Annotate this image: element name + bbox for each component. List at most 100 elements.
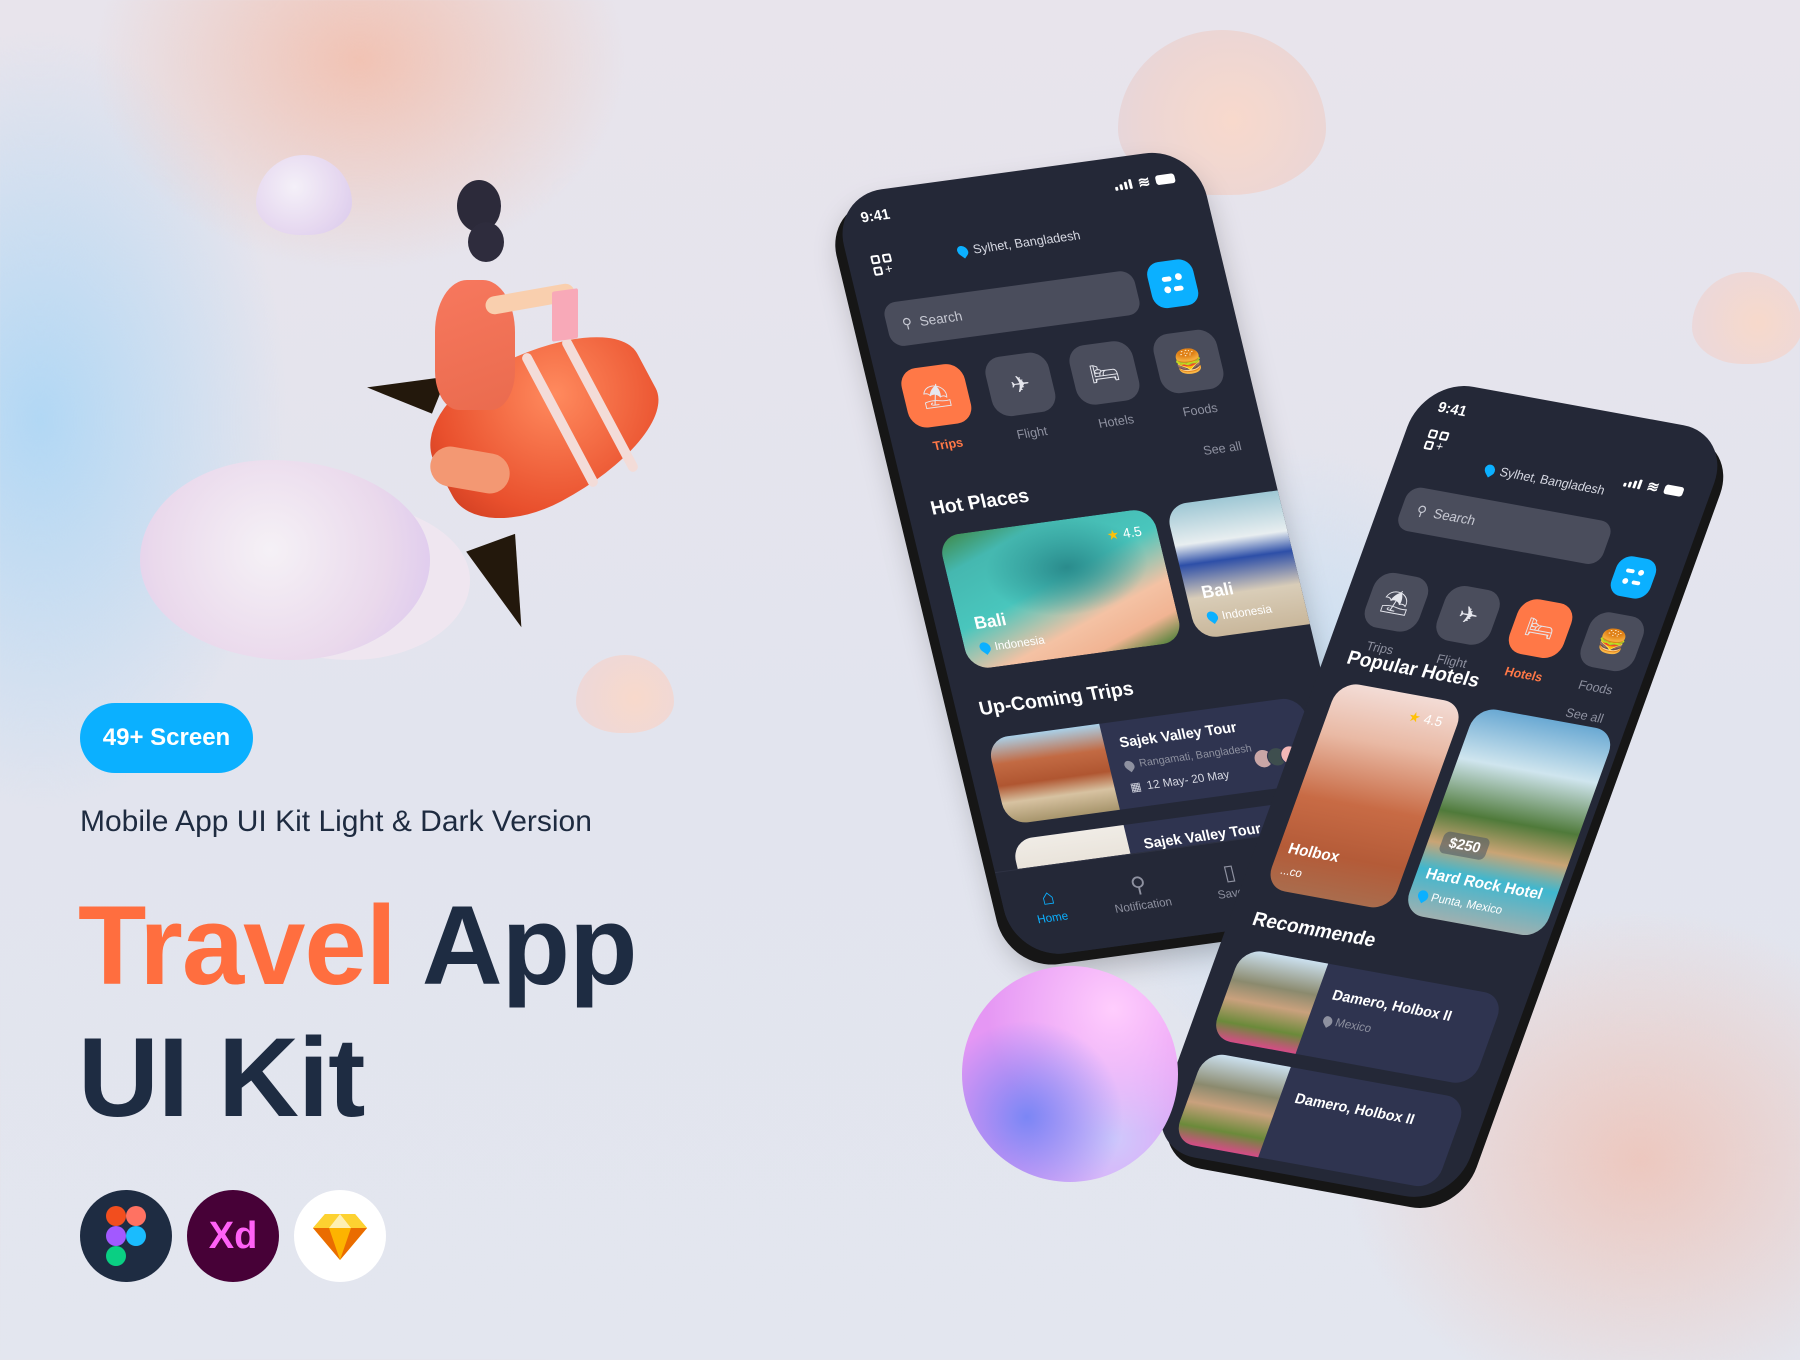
search-placeholder: Search <box>1431 505 1478 528</box>
recommended-image <box>1210 947 1329 1054</box>
category-label: Foods <box>1181 400 1220 420</box>
hotel-location: ...co <box>1278 863 1304 880</box>
globe-plane-icon: ✈ <box>1431 583 1506 648</box>
location-text: Sylhet, Bangladesh <box>1497 464 1608 498</box>
tab-home[interactable]: ⌂ Home <box>1011 880 1088 929</box>
hot-place-card[interactable]: Bali Indonesia <box>1165 487 1331 640</box>
location-label[interactable]: Sylhet, Bangladesh <box>954 227 1082 259</box>
location-pin-icon <box>954 243 971 259</box>
hot-place-card[interactable]: ★ 4.5 Bali Indonesia <box>937 507 1184 671</box>
category-hotels[interactable]: 🛏 Hotels <box>1065 339 1150 433</box>
category-trips[interactable]: ⛱ Trips <box>897 361 982 456</box>
rating-value: 4.5 <box>1120 523 1144 541</box>
section-title-upcoming: Up-Coming Trips <box>976 678 1136 721</box>
gradient-sphere-decoration <box>962 966 1178 1182</box>
recommended-location-text: Mexico <box>1333 1015 1374 1036</box>
headline-accent: Travel <box>78 883 397 1008</box>
burger-icon: 🍔 <box>1575 609 1650 674</box>
category-tabs: ⛱ Trips ✈ Flight 🛏 Hotels 🍔 Foods <box>897 327 1234 456</box>
filter-button[interactable] <box>1144 257 1202 310</box>
trip-image <box>986 723 1120 826</box>
star-icon: ★ <box>1105 526 1121 543</box>
category-label: Foods <box>1576 677 1616 698</box>
search-input[interactable]: ⚲ Search <box>881 269 1143 348</box>
section-title-hot-places: Hot Places <box>928 485 1032 520</box>
laptop-icon <box>552 288 578 342</box>
section-title-recommended: Recommende <box>1249 908 1379 952</box>
sketch-icon <box>294 1190 386 1282</box>
category-label: Hotels <box>1502 663 1545 685</box>
rating: ★ 4.5 <box>1105 523 1143 544</box>
hotel-location-text: ...co <box>1278 863 1305 881</box>
screen-count-badge: 49+ Screen <box>80 703 253 773</box>
star-icon: ★ <box>1406 708 1424 726</box>
status-time: 9:41 <box>1435 399 1470 421</box>
wifi-icon: ≋ <box>1136 173 1153 192</box>
rocket-rider-illustration <box>367 180 690 640</box>
figma-icon <box>80 1190 172 1282</box>
hotel-price: $250 <box>1437 830 1492 861</box>
location-pin-icon <box>1204 609 1221 624</box>
tab-notification[interactable]: ⚲ Notification <box>1102 867 1179 916</box>
adobe-xd-icon: Xd <box>187 1190 279 1282</box>
location-text: Sylhet, Bangladesh <box>971 227 1082 257</box>
search-input[interactable]: ⚲ Search <box>1394 485 1615 567</box>
recommended-title: Damero, Holbox II <box>1292 1090 1417 1129</box>
country-text: Indonesia <box>1220 601 1274 623</box>
cloud-decoration <box>576 655 674 733</box>
beach-umbrella-icon: ⛱ <box>1359 570 1434 635</box>
category-label: Trips <box>931 434 965 454</box>
subtitle: Mobile App UI Kit Light & Dark Version <box>80 805 592 838</box>
hotel-name: Holbox <box>1285 840 1342 866</box>
menu-grid-icon[interactable]: + <box>1423 429 1451 454</box>
place-name: Bali <box>972 609 1009 633</box>
battery-icon <box>1154 173 1176 186</box>
category-flight[interactable]: ✈ Flight <box>981 350 1066 444</box>
menu-grid-icon[interactable]: + <box>870 253 896 277</box>
headline-word: App <box>421 883 638 1008</box>
bed-icon: 🛏 <box>1503 596 1578 661</box>
category-foods[interactable]: 🍔 Foods <box>1566 609 1650 700</box>
location-pin-icon <box>1122 758 1137 772</box>
burger-icon: 🍔 <box>1149 327 1228 396</box>
tool-logos: Xd <box>80 1190 386 1282</box>
recommended-image <box>1172 1051 1291 1158</box>
beach-umbrella-icon: ⛱ <box>897 361 975 430</box>
signal-icon <box>1114 178 1134 191</box>
search-placeholder: Search <box>917 307 964 329</box>
filter-button[interactable] <box>1606 554 1661 601</box>
rating-value: 4.5 <box>1421 711 1446 730</box>
location-pin-icon <box>1416 888 1431 904</box>
status-time: 9:41 <box>859 206 892 227</box>
rating: ★ 4.5 <box>1406 708 1445 730</box>
headline: Travel App UI Kit <box>78 880 637 1144</box>
category-trips[interactable]: ⛱ Trips <box>1350 570 1434 660</box>
category-hotels[interactable]: 🛏 Hotels <box>1494 596 1578 686</box>
location-label[interactable]: Sylhet, Bangladesh <box>1483 462 1607 498</box>
person-hair <box>468 222 504 262</box>
category-foods[interactable]: 🍔 Foods <box>1149 327 1234 422</box>
location-pin-icon <box>1321 1013 1335 1028</box>
see-all-link[interactable]: See all <box>1202 438 1243 457</box>
search-icon: ⚲ <box>1414 501 1430 519</box>
country-text: Indonesia <box>993 632 1047 653</box>
category-flight[interactable]: ✈ Flight <box>1422 583 1506 673</box>
place-country: Indonesia <box>977 632 1047 655</box>
category-tabs: ⛱ Trips ✈ Flight 🛏 Hotels 🍔 Foods <box>1350 570 1650 700</box>
category-label: Hotels <box>1096 411 1136 431</box>
place-country: Indonesia <box>1204 601 1274 624</box>
recommended-location: Mexico <box>1321 1013 1374 1036</box>
rocket-fin <box>466 533 546 637</box>
location-pin-icon <box>977 640 993 655</box>
cloud-decoration <box>256 155 352 235</box>
place-name: Bali <box>1199 578 1236 603</box>
location-pin-icon <box>1483 462 1498 477</box>
globe-plane-icon: ✈ <box>981 350 1060 419</box>
headline-line2: UI Kit <box>78 1015 365 1140</box>
search-icon: ⚲ <box>900 314 914 331</box>
trip-dates-text: 12 May- 20 May <box>1145 767 1231 793</box>
category-label: Flight <box>1015 423 1049 442</box>
bed-icon: 🛏 <box>1065 339 1144 407</box>
cloud-decoration <box>1692 272 1800 364</box>
trip-dates: ▦ 12 May- 20 May <box>1129 767 1231 794</box>
